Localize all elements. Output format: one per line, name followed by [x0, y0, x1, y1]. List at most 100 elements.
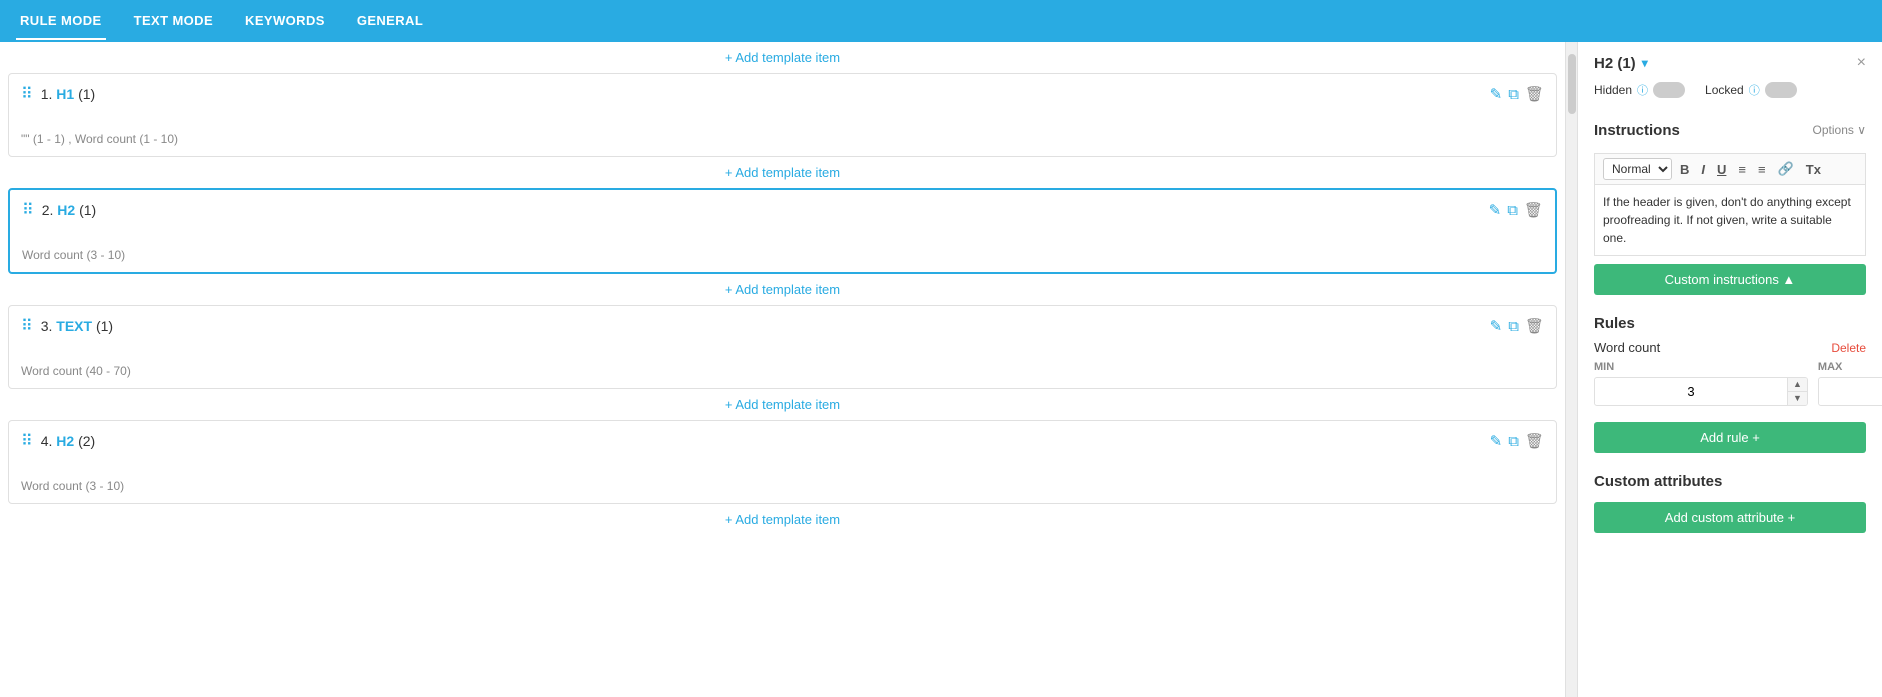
- block-actions-2: ✎ ⧉ 🗑: [1489, 201, 1543, 219]
- max-label: MAX: [1818, 361, 1882, 373]
- edit-icon-2[interactable]: ✎: [1489, 201, 1502, 219]
- custom-attributes-title: Custom attributes: [1594, 473, 1866, 490]
- block-h1-1: ⠿ 1. H1 (1) ✎ ⧉ 🗑 "" (1 - 1) , Word coun…: [8, 73, 1557, 157]
- max-group: MAX ▲ ▼: [1818, 361, 1882, 406]
- delete-rule-button[interactable]: Delete: [1831, 341, 1866, 355]
- block-title-3: 3. TEXT (1): [41, 318, 113, 334]
- underline-button[interactable]: U: [1713, 160, 1730, 179]
- link-button[interactable]: 🔗: [1774, 159, 1798, 179]
- add-template-item-bottom[interactable]: + Add template item: [0, 504, 1565, 535]
- delete-icon-4[interactable]: 🗑: [1525, 432, 1544, 450]
- min-input[interactable]: [1595, 379, 1787, 404]
- delete-icon-2[interactable]: 🗑: [1524, 201, 1543, 219]
- block-header-4: ⠿ 4. H2 (2) ✎ ⧉ 🗑: [21, 431, 1544, 451]
- delete-icon-1[interactable]: 🗑: [1525, 85, 1544, 103]
- block-number-4: 4.: [41, 433, 53, 449]
- block-title-4: 4. H2 (2): [41, 433, 96, 449]
- top-navigation: RULE MODE TEXT MODE KEYWORDS GENERAL: [0, 0, 1882, 42]
- block-header-2: ⠿ 2. H2 (1) ✎ ⧉ 🗑: [22, 200, 1543, 220]
- scrollbar-thumb[interactable]: [1568, 54, 1576, 114]
- add-rule-button[interactable]: Add rule +: [1594, 422, 1866, 453]
- block-number-1: 1.: [41, 86, 53, 102]
- nav-general[interactable]: GENERAL: [353, 3, 427, 40]
- add-template-item-2[interactable]: + Add template item: [0, 157, 1565, 188]
- copy-icon-2[interactable]: ⧉: [1507, 202, 1518, 219]
- max-input[interactable]: [1819, 379, 1882, 404]
- nav-rule-mode[interactable]: RULE MODE: [16, 3, 106, 40]
- edit-icon-4[interactable]: ✎: [1490, 432, 1503, 450]
- copy-icon-4[interactable]: ⧉: [1508, 433, 1519, 450]
- edit-icon-3[interactable]: ✎: [1490, 317, 1503, 335]
- block-count-1: (1): [78, 86, 95, 102]
- add-template-item-4[interactable]: + Add template item: [0, 389, 1565, 420]
- block-title-row-2: ⠿ 2. H2 (1): [22, 200, 96, 220]
- add-template-item-top[interactable]: + Add template item: [0, 42, 1565, 73]
- block-type-3: TEXT: [56, 318, 92, 334]
- min-max-row: MIN ▲ ▼ MAX ▲ ▼: [1594, 361, 1866, 406]
- italic-button[interactable]: I: [1697, 160, 1709, 179]
- block-meta-3: Word count (40 - 70): [21, 364, 1544, 378]
- instructions-header-row: Instructions Options ∨: [1594, 112, 1866, 147]
- ordered-list-button[interactable]: ≡: [1734, 160, 1750, 179]
- block-count-4: (2): [78, 433, 95, 449]
- block-number-3: 3.: [41, 318, 53, 334]
- instructions-text-area[interactable]: If the header is given, don't do anythin…: [1594, 184, 1866, 256]
- min-increment[interactable]: ▲: [1788, 378, 1807, 392]
- clear-format-button[interactable]: Tx: [1802, 160, 1825, 179]
- block-title-row-1: ⠿ 1. H1 (1): [21, 84, 95, 104]
- block-actions-3: ✎ ⧉ 🗑: [1490, 317, 1544, 335]
- hidden-toggle-label: Hidden ⓘ: [1594, 82, 1685, 98]
- min-decrement[interactable]: ▼: [1788, 392, 1807, 405]
- min-input-group: ▲ ▼: [1594, 377, 1808, 406]
- locked-label-text: Locked: [1705, 83, 1744, 97]
- bold-button[interactable]: B: [1676, 160, 1693, 179]
- word-count-label: Word count: [1594, 340, 1660, 355]
- right-panel: H2 (1) ▾ × Hidden ⓘ Locked ⓘ Instruction…: [1577, 42, 1882, 697]
- block-title-row-3: ⠿ 3. TEXT (1): [21, 316, 113, 336]
- main-layout: + Add template item ⠿ 1. H1 (1) ✎ ⧉ 🗑: [0, 42, 1882, 697]
- block-text-1: ⠿ 3. TEXT (1) ✎ ⧉ 🗑 Word count (40 - 70): [8, 305, 1557, 389]
- hidden-info-icon[interactable]: ⓘ: [1637, 82, 1648, 98]
- block-type-4: H2: [56, 433, 74, 449]
- right-panel-header: H2 (1) ▾ ×: [1594, 54, 1866, 72]
- locked-toggle-switch[interactable]: [1765, 82, 1797, 98]
- panel-title-text: H2 (1): [1594, 55, 1636, 72]
- scrollbar-track[interactable]: [1565, 42, 1577, 697]
- block-meta-4: Word count (3 - 10): [21, 479, 1544, 493]
- copy-icon-3[interactable]: ⧉: [1508, 318, 1519, 335]
- block-count-3: (1): [96, 318, 113, 334]
- min-group: MIN ▲ ▼: [1594, 361, 1808, 406]
- block-type-2: H2: [57, 202, 75, 218]
- format-select[interactable]: Normal: [1603, 158, 1672, 180]
- block-h2-1: ⠿ 2. H2 (1) ✎ ⧉ 🗑 Word count (3 - 10): [8, 188, 1557, 274]
- nav-text-mode[interactable]: TEXT MODE: [130, 3, 217, 40]
- instructions-toolbar: Normal B I U ≡ ≡ 🔗 Tx: [1594, 153, 1866, 184]
- nav-keywords[interactable]: KEYWORDS: [241, 3, 329, 40]
- locked-info-icon[interactable]: ⓘ: [1749, 82, 1760, 98]
- block-type-1: H1: [56, 86, 74, 102]
- drag-handle-3[interactable]: ⠿: [21, 316, 33, 336]
- hidden-toggle-switch[interactable]: [1653, 82, 1685, 98]
- locked-toggle-label: Locked ⓘ: [1705, 82, 1797, 98]
- rules-section-title: Rules: [1594, 315, 1866, 332]
- block-header-1: ⠿ 1. H1 (1) ✎ ⧉ 🗑: [21, 84, 1544, 104]
- block-title-1: 1. H1 (1): [41, 86, 96, 102]
- block-actions-4: ✎ ⧉ 🗑: [1490, 432, 1544, 450]
- close-button[interactable]: ×: [1857, 54, 1866, 72]
- unordered-list-button[interactable]: ≡: [1754, 160, 1770, 179]
- add-custom-attribute-button[interactable]: Add custom attribute +: [1594, 502, 1866, 533]
- title-dropdown-arrow[interactable]: ▾: [1642, 56, 1648, 70]
- custom-instructions-button[interactable]: Custom instructions ▲: [1594, 264, 1866, 295]
- toggle-row: Hidden ⓘ Locked ⓘ: [1594, 82, 1866, 98]
- delete-icon-3[interactable]: 🗑: [1525, 317, 1544, 335]
- options-dropdown[interactable]: Options ∨: [1813, 123, 1866, 137]
- block-header-3: ⠿ 3. TEXT (1) ✎ ⧉ 🗑: [21, 316, 1544, 336]
- drag-handle-1[interactable]: ⠿: [21, 84, 33, 104]
- edit-icon-1[interactable]: ✎: [1490, 85, 1503, 103]
- block-title-row-4: ⠿ 4. H2 (2): [21, 431, 95, 451]
- drag-handle-4[interactable]: ⠿: [21, 431, 33, 451]
- add-template-item-3[interactable]: + Add template item: [0, 274, 1565, 305]
- drag-handle-2[interactable]: ⠿: [22, 200, 34, 220]
- copy-icon-1[interactable]: ⧉: [1508, 86, 1519, 103]
- max-input-group: ▲ ▼: [1818, 377, 1882, 406]
